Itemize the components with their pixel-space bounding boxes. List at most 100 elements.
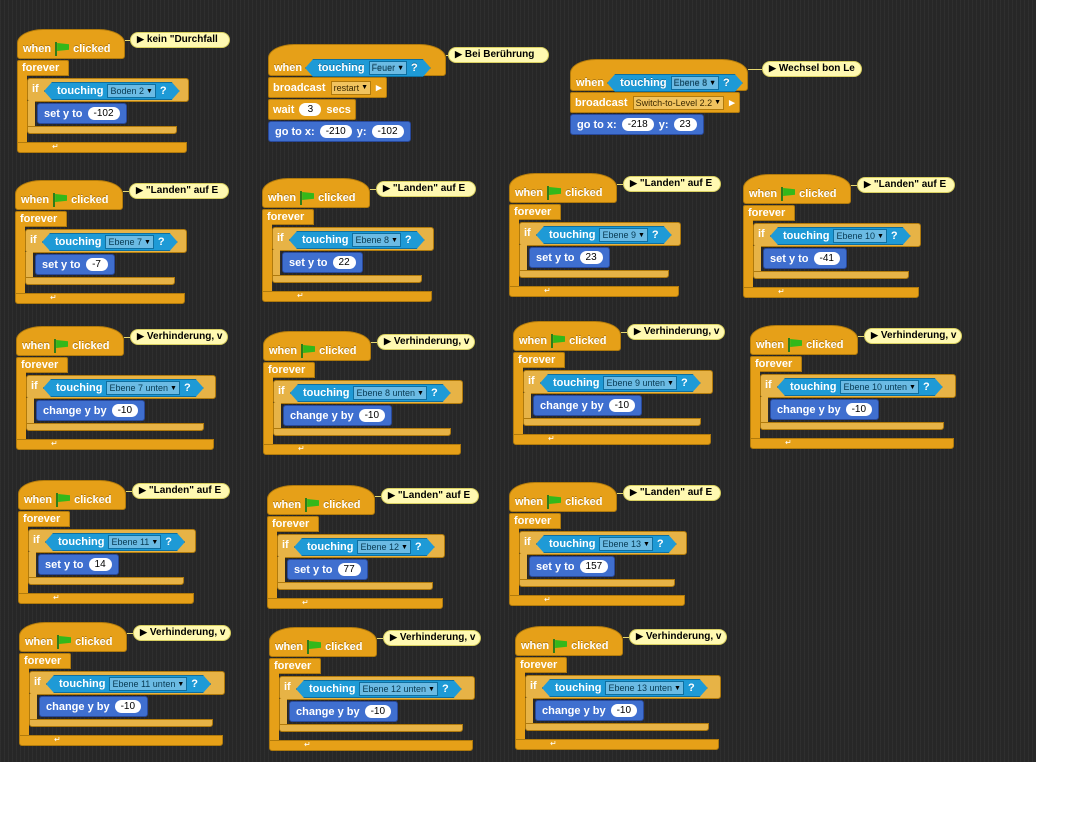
script-comment[interactable]: ▶ "Landen" auf E — [381, 488, 479, 504]
value-input[interactable]: -10 — [114, 700, 142, 713]
comment-collapse-icon[interactable]: ▶ — [137, 331, 144, 341]
set-y-block[interactable]: set y to -41 — [763, 248, 847, 269]
touching-predicate[interactable]: touching Ebene 8 unten ▼? — [290, 384, 451, 402]
touching-predicate[interactable]: touching Ebene 9 ▼? — [536, 226, 672, 244]
comment-collapse-icon[interactable]: ▶ — [630, 487, 637, 497]
value-input[interactable]: 22 — [332, 256, 356, 269]
if-header[interactable]: if touching Ebene 8 ▼? — [272, 227, 434, 251]
comment-collapse-icon[interactable]: ▶ — [390, 632, 397, 642]
if-header[interactable]: if touching Ebene 10 unten ▼? — [760, 374, 956, 398]
forever-block[interactable]: forever — [750, 356, 802, 372]
comment-collapse-icon[interactable]: ▶ — [455, 49, 462, 59]
forever-block[interactable]: forever — [509, 204, 561, 220]
when-flag-clicked-hat[interactable]: when clicked — [509, 482, 617, 512]
if-block[interactable]: if touching Ebene 9 unten ▼? change y by -10 — [523, 370, 713, 426]
value-input[interactable]: -10 — [610, 704, 638, 717]
when-flag-clicked-hat[interactable]: when clicked — [515, 626, 623, 656]
change-y-block[interactable]: change y by -10 — [533, 395, 643, 416]
if-block[interactable]: if touching Ebene 11 unten ▼? change y by -10 — [29, 671, 225, 727]
when-flag-clicked-hat[interactable]: when clicked — [15, 180, 123, 210]
sprite-dropdown[interactable]: Ebene 11 unten ▼ — [109, 677, 187, 691]
script-comment[interactable]: ▶ Verhinderung, v — [133, 625, 231, 641]
script-comment[interactable]: ▶ "Landen" auf E — [376, 181, 476, 197]
sprite-dropdown[interactable]: Ebene 11 ▼ — [108, 535, 161, 549]
value-input[interactable]: -10 — [111, 404, 139, 417]
when-touching-hat[interactable]: when touching Ebene 8 ▼? — [570, 59, 748, 91]
set-y-block[interactable]: set y to 77 — [287, 559, 368, 580]
sprite-dropdown[interactable]: Ebene 7 ▼ — [105, 235, 153, 249]
touching-predicate[interactable]: touching Ebene 7 unten ▼? — [43, 379, 204, 397]
message-dropdown[interactable]: Switch-to-Level 2.2 ▼ — [632, 95, 725, 110]
change-y-block[interactable]: change y by -10 — [535, 700, 645, 721]
if-header[interactable]: if touching Ebene 12 unten ▼? — [279, 676, 475, 700]
value-input[interactable]: -7 — [85, 258, 108, 271]
forever-block[interactable]: forever — [269, 658, 321, 674]
when-flag-clicked-hat[interactable]: when clicked — [513, 321, 621, 351]
forever-block[interactable]: forever — [515, 657, 567, 673]
forever-block[interactable]: forever — [267, 516, 319, 532]
value-input[interactable]: -102 — [87, 107, 120, 120]
y-input[interactable]: 23 — [673, 118, 697, 131]
comment-collapse-icon[interactable]: ▶ — [383, 183, 390, 193]
comment-collapse-icon[interactable]: ▶ — [136, 185, 143, 195]
script-comment[interactable]: ▶ Wechsel bon Le — [762, 61, 862, 77]
sprite-dropdown[interactable]: Feuer ▼ — [369, 61, 407, 75]
touching-predicate[interactable]: touching Ebene 8 ▼? — [607, 74, 743, 92]
when-flag-clicked-hat[interactable]: when clicked — [262, 178, 370, 208]
set-y-block[interactable]: set y to 23 — [529, 247, 610, 268]
value-input[interactable]: -41 — [813, 252, 840, 265]
set-y-block[interactable]: set y to 157 — [529, 556, 616, 577]
value-input[interactable]: 23 — [579, 251, 603, 264]
script-comment[interactable]: ▶ Verhinderung, v — [627, 324, 725, 340]
x-input[interactable]: -210 — [319, 125, 352, 138]
sprite-dropdown[interactable]: Ebene 12 ▼ — [357, 540, 410, 554]
change-y-block[interactable]: change y by -10 — [36, 400, 146, 421]
set-y-block[interactable]: set y to -7 — [35, 254, 115, 275]
sprite-dropdown[interactable]: Ebene 7 unten ▼ — [106, 381, 180, 395]
forever-block[interactable]: forever — [509, 513, 561, 529]
when-flag-clicked-hat[interactable]: when clicked — [509, 173, 617, 203]
when-flag-clicked-hat[interactable]: when clicked — [750, 325, 858, 355]
script-comment[interactable]: ▶ Verhinderung, v — [130, 329, 228, 345]
sprite-dropdown[interactable]: Ebene 10 ▼ — [833, 229, 886, 243]
if-block[interactable]: if touching Ebene 7 ▼? set y to -7 — [25, 229, 187, 285]
if-block[interactable]: if touching Ebene 11 ▼? set y to 14 — [28, 529, 196, 585]
set-y-block[interactable]: set y to -102 — [37, 103, 127, 124]
comment-collapse-icon[interactable]: ▶ — [139, 485, 146, 495]
forever-block[interactable]: forever — [16, 357, 68, 373]
touching-predicate[interactable]: touching Ebene 9 unten ▼? — [540, 374, 701, 392]
script-comment[interactable]: ▶ Verhinderung, v — [377, 334, 475, 350]
touching-predicate[interactable]: touching Ebene 12 ▼? — [294, 538, 435, 556]
go-to-xy-block[interactable]: go to x: -210 y: -102 — [268, 121, 411, 142]
if-block[interactable]: if touching Ebene 10 ▼? set y to -41 — [753, 223, 921, 279]
go-to-xy-block[interactable]: go to x: -218 y: 23 — [570, 114, 704, 135]
forever-block[interactable]: forever — [513, 352, 565, 368]
if-block[interactable]: if touching Ebene 7 unten ▼? change y by -10 — [26, 375, 216, 431]
value-input[interactable]: -10 — [608, 399, 636, 412]
if-header[interactable]: if touching Ebene 11 ▼? — [28, 529, 196, 553]
touching-predicate[interactable]: touching Ebene 11 unten ▼? — [46, 675, 211, 693]
if-header[interactable]: if touching Ebene 7 ▼? — [25, 229, 187, 253]
value-input[interactable]: -10 — [845, 403, 873, 416]
forever-block[interactable]: forever — [262, 209, 314, 225]
when-flag-clicked-hat[interactable]: when clicked — [17, 29, 125, 59]
wait-seconds-input[interactable]: 3 — [299, 103, 322, 116]
scripts-workspace[interactable]: when clicked forever if touching Boden 2 ▼? set… — [0, 0, 1036, 762]
touching-predicate[interactable]: touching Boden 2 ▼? — [44, 82, 180, 100]
sprite-dropdown[interactable]: Ebene 9 unten ▼ — [603, 376, 677, 390]
if-block[interactable]: if touching Ebene 9 ▼? set y to 23 — [519, 222, 681, 278]
if-block[interactable]: if touching Ebene 12 ▼? set y to 77 — [277, 534, 445, 590]
comment-collapse-icon[interactable]: ▶ — [388, 490, 395, 500]
when-flag-clicked-hat[interactable]: when clicked — [267, 485, 375, 515]
touching-predicate[interactable]: touching Ebene 10 ▼? — [770, 227, 911, 245]
value-input[interactable]: -10 — [364, 705, 392, 718]
script-comment[interactable]: ▶ "Landen" auf E — [129, 183, 229, 199]
if-block[interactable]: if touching Ebene 12 unten ▼? change y by -10 — [279, 676, 475, 732]
sprite-dropdown[interactable]: Ebene 12 unten ▼ — [359, 682, 438, 696]
touching-predicate[interactable]: touching Ebene 10 unten ▼? — [777, 378, 943, 396]
message-dropdown[interactable]: restart ▼ — [330, 80, 372, 95]
forever-block[interactable]: forever — [743, 205, 795, 221]
touching-predicate[interactable]: touching Ebene 13 unten ▼? — [542, 679, 708, 697]
when-flag-clicked-hat[interactable]: when clicked — [743, 174, 851, 204]
script-comment[interactable]: ▶ "Landen" auf E — [132, 483, 230, 499]
